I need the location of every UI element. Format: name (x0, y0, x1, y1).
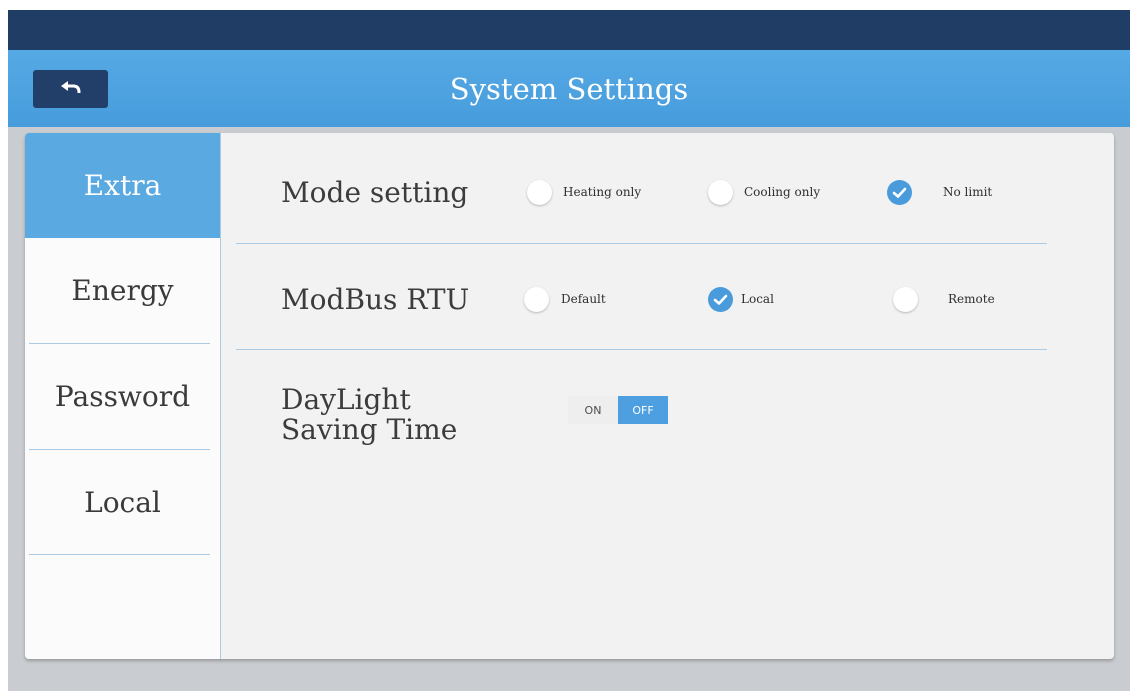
row-divider (236, 349, 1047, 350)
sidebar-item-password[interactable]: Password (25, 344, 220, 449)
daylight-saving-label: DayLight (281, 383, 411, 416)
settings-panel: Extra Energy Password Local Mode setting… (25, 133, 1114, 659)
daylight-saving-label-line2: Saving Time (281, 413, 458, 446)
sidebar-item-label: Password (54, 380, 191, 413)
modbus-local-label: Local (741, 292, 774, 306)
mode-no-limit-label: No limit (943, 185, 993, 199)
modbus-default-radio[interactable] (524, 287, 549, 312)
settings-content: Mode setting Heating only Cooling only N… (221, 133, 1114, 659)
mode-no-limit-radio[interactable] (887, 180, 912, 205)
modbus-local-radio[interactable] (708, 287, 733, 312)
modbus-rtu-label: ModBus RTU (281, 283, 470, 316)
sidebar-item-label: Energy (71, 274, 174, 307)
mode-setting-label: Mode setting (281, 176, 469, 209)
mode-cooling-only-radio[interactable] (708, 180, 733, 205)
app-window: System Settings Extra Energy Password Lo… (8, 10, 1130, 691)
sidebar-item-label: Extra (83, 169, 162, 202)
modbus-remote-radio[interactable] (893, 287, 918, 312)
sidebar-item-energy[interactable]: Energy (25, 238, 220, 343)
sidebar-item-extra[interactable]: Extra (25, 133, 220, 238)
top-bar (8, 10, 1130, 50)
sidebar-item-label: Local (84, 486, 161, 519)
toggle-on-option[interactable]: ON (568, 396, 618, 424)
daylight-saving-toggle[interactable]: ON OFF (568, 396, 670, 424)
sidebar-divider (29, 554, 210, 555)
checkmark-icon (713, 294, 728, 305)
mode-cooling-only-label: Cooling only (744, 185, 821, 199)
mode-heating-only-label: Heating only (563, 185, 642, 199)
row-divider (236, 243, 1047, 244)
page-title: System Settings (449, 72, 689, 106)
title-bar: System Settings (8, 50, 1130, 127)
modbus-default-label: Default (561, 292, 606, 306)
modbus-remote-label: Remote (948, 292, 995, 306)
toggle-off-option[interactable]: OFF (618, 396, 668, 424)
sidebar-item-local[interactable]: Local (25, 450, 220, 555)
checkmark-icon (892, 187, 907, 198)
mode-heating-only-radio[interactable] (527, 180, 552, 205)
sidebar: Extra Energy Password Local (25, 133, 221, 659)
